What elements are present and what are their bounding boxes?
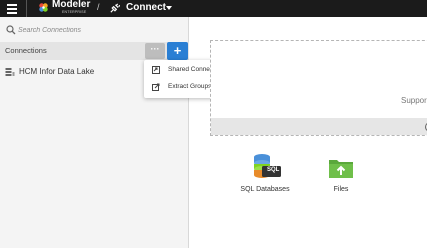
database-icon: [5, 68, 15, 76]
plug-icon: [110, 3, 120, 13]
menu-item-label: Extract Groups: [168, 83, 212, 90]
folder-icon: [329, 160, 353, 178]
connections-header: Connections ··· +: [0, 42, 189, 60]
sql-badge: SQL: [267, 167, 280, 173]
app-name: Modeler: [52, 0, 91, 10]
connections-sidebar: Connections ··· + HCM Infor Data Lake: [0, 17, 189, 248]
connection-item-label: HCM Infor Data Lake: [19, 67, 95, 76]
section-switcher[interactable]: Connect: [126, 2, 166, 13]
connections-title: Connections: [5, 46, 47, 55]
extract-groups-icon: [152, 83, 160, 91]
tile-files[interactable]: Files: [318, 153, 364, 193]
search-input[interactable]: [18, 23, 178, 37]
drop-zone[interactable]: Suppor: [210, 40, 427, 136]
tile-label: Files: [333, 186, 349, 193]
drop-zone-footer: [211, 118, 427, 135]
caret-down-icon[interactable]: [166, 6, 172, 10]
search-icon: [6, 25, 16, 35]
top-bar: Modeler ENTERPRISE / Connect: [0, 0, 427, 17]
add-connection-button[interactable]: +: [167, 42, 188, 60]
drop-zone-text: Suppor: [401, 96, 427, 105]
modeler-logo: [39, 3, 48, 12]
shared-connections-icon: [152, 66, 160, 74]
more-options-button[interactable]: ···: [145, 43, 165, 59]
divider: [26, 0, 27, 17]
app-subtitle: ENTERPRISE: [62, 10, 87, 14]
hamburger-icon[interactable]: [4, 0, 20, 17]
tile-label: SQL Databases: [240, 186, 290, 193]
breadcrumb-separator: /: [97, 2, 100, 12]
tile-sql-databases[interactable]: SQL SQL Databases: [238, 153, 292, 193]
